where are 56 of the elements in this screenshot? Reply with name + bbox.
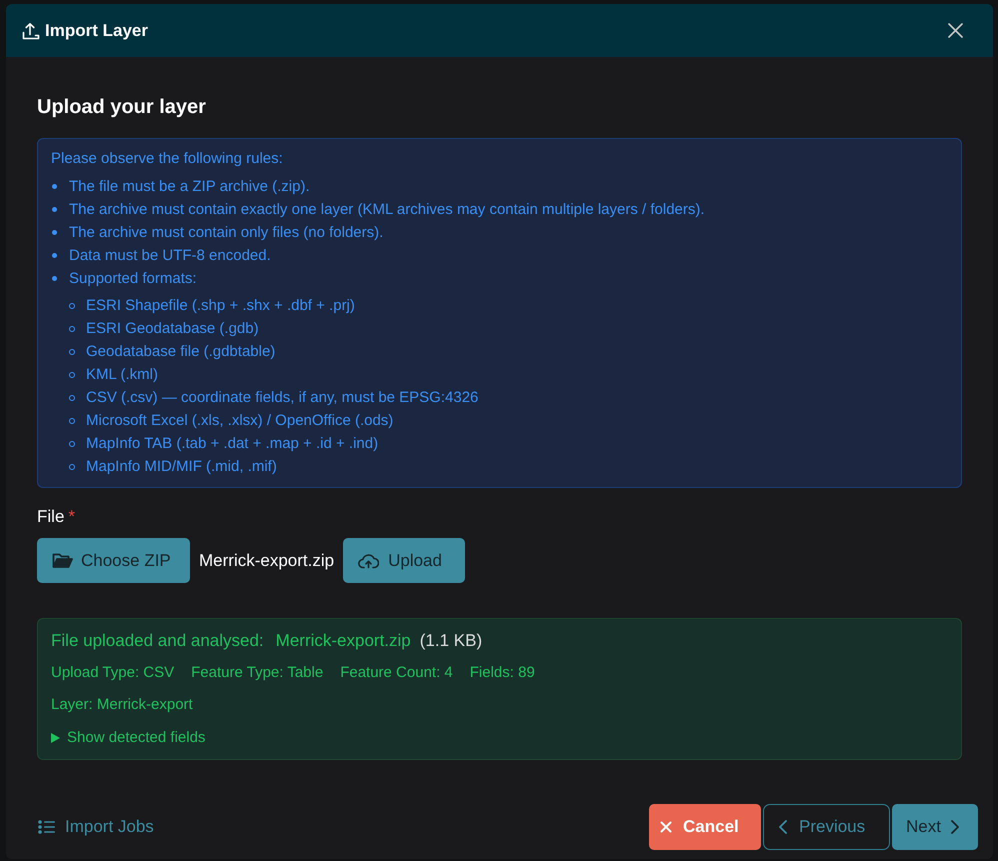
section-heading: Upload your layer <box>37 95 206 119</box>
bullet-icon <box>52 276 57 281</box>
ring-bullet-icon <box>69 395 75 401</box>
close-icon <box>660 821 672 833</box>
format-text: ESRI Geodatabase (.gdb) <box>86 319 259 339</box>
rule-text: The archive must contain only files (no folders). <box>69 223 384 243</box>
close-icon <box>948 23 962 38</box>
field-label: File <box>37 506 64 528</box>
ring-bullet-icon <box>69 372 75 378</box>
show-fields-toggle[interactable]: Show detected fields <box>51 728 206 748</box>
format-text: MapInfo TAB (.tab + .dat + .map + .id + .ind) <box>86 434 378 454</box>
chevron-right-icon <box>950 820 959 834</box>
upload-button[interactable]: Upload <box>343 538 466 583</box>
success-message: File uploaded and analysed: <box>51 630 264 652</box>
bullet-icon <box>52 184 57 189</box>
detail-text: Feature Type: Table <box>191 663 324 683</box>
next-button[interactable]: Next <box>892 804 978 850</box>
cloud-upload-icon <box>358 552 380 568</box>
previous-button[interactable]: Previous <box>763 804 890 850</box>
uploaded-file-name: Merrick-export.zip <box>276 630 411 652</box>
detail-text: Feature Count: 4 <box>340 663 453 683</box>
detail-text: Fields: 89 <box>470 663 535 683</box>
format-text: ESRI Shapefile (.shp + .shx + .dbf + .prj) <box>86 296 355 316</box>
upload-icon <box>22 22 40 40</box>
choose-file-button[interactable]: Choose ZIP <box>37 538 190 583</box>
rules-intro: Please observe the following rules: <box>51 149 284 169</box>
cancel-button[interactable]: Cancel <box>649 804 761 850</box>
ring-bullet-icon <box>69 326 75 332</box>
format-text: MapInfo MID/MIF (.mid, .mif) <box>86 457 277 477</box>
bullet-icon <box>52 207 57 212</box>
bullet-icon <box>52 253 57 258</box>
bullet-icon <box>52 230 57 235</box>
list-icon <box>38 820 55 834</box>
folder-icon <box>52 552 73 569</box>
ring-bullet-icon <box>69 418 75 424</box>
rule-text: The archive must contain exactly one layer (KML archives may contain multiple layers / folders). <box>69 200 705 220</box>
ring-bullet-icon <box>69 349 75 355</box>
ring-bullet-icon <box>69 441 75 447</box>
format-text: Microsoft Excel (.xls, .xlsx) / OpenOffice (.ods) <box>86 411 394 431</box>
file-size: (1.1 KB) <box>420 630 482 652</box>
detail-text: Upload Type: CSV <box>51 663 174 683</box>
chevron-left-icon <box>779 820 787 834</box>
import-jobs-link[interactable]: Import Jobs <box>38 816 154 838</box>
close-button[interactable] <box>947 22 963 38</box>
rule-text: The file must be a ZIP archive (.zip). <box>69 177 310 197</box>
rule-text: Supported formats: <box>69 269 197 289</box>
required-mark: * <box>68 506 76 528</box>
ring-bullet-icon <box>69 303 75 309</box>
file-name: Merrick-export.zip <box>199 550 334 572</box>
rule-text: Data must be UTF-8 encoded. <box>69 246 271 266</box>
format-text: Geodatabase file (.gdbtable) <box>86 342 276 362</box>
window-title: Import Layer <box>45 20 148 42</box>
format-text: KML (.kml) <box>86 365 158 385</box>
format-text: CSV (.csv) — coordinate fields, if any, must be EPSG:4326 <box>86 388 478 408</box>
ring-bullet-icon <box>69 464 75 470</box>
layer-name: Layer: Merrick-export <box>51 695 193 715</box>
